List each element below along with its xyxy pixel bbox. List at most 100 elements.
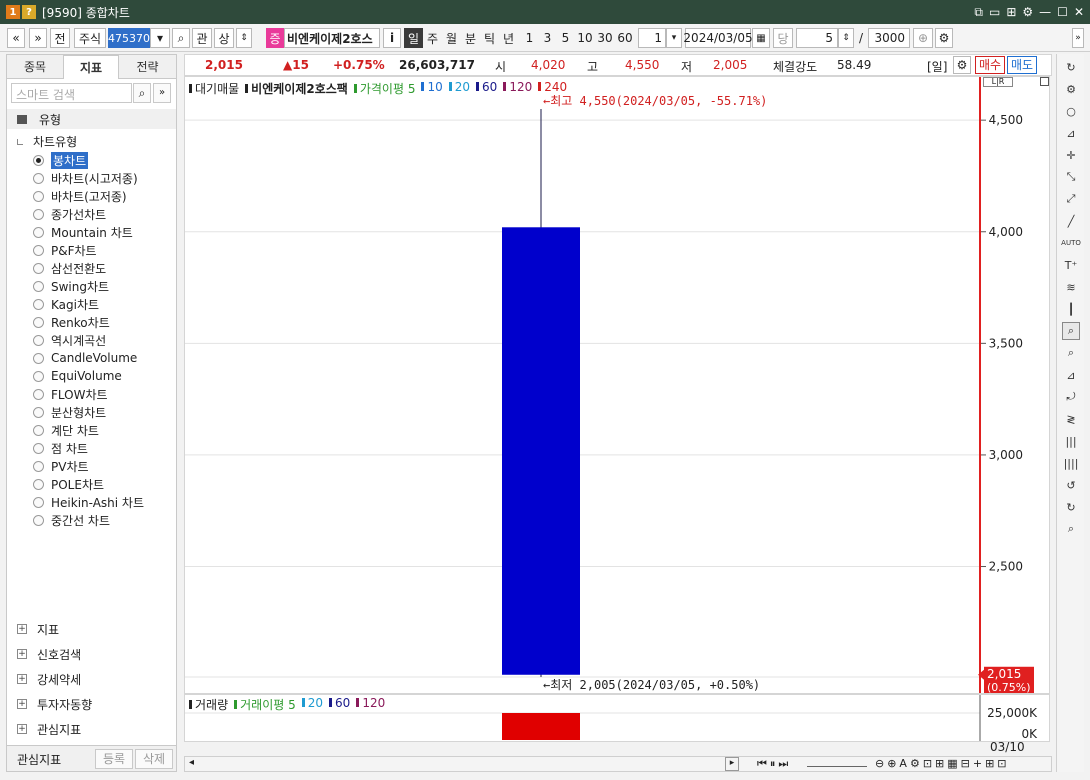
chart-type-option[interactable]: 역시계곡선 [33,331,106,349]
line-tool-icon[interactable]: ⤢ [1062,190,1080,208]
zoom-plus-icon[interactable]: ⊕ [913,28,933,48]
chart-scrollbar[interactable]: ◂ ▸ ⏮⏸⏭ ⊖⊕A⚙⊡⊞▦⊟+⊞⊡ [184,756,1052,772]
crosshair-icon[interactable]: ✛ [1062,146,1080,164]
panel-maximize-icon[interactable] [1040,77,1049,86]
radio-button[interactable] [33,208,44,220]
search-icon[interactable]: ⌕ [172,28,190,48]
chart-type-option[interactable]: Heikin-Ashi 차트 [33,493,144,511]
analysis-tool-icon[interactable]: ⊿ [1062,366,1080,384]
buy-button[interactable]: 매수 [975,56,1005,74]
radio-button[interactable] [33,442,44,454]
radio-button[interactable] [33,514,44,526]
nav-back-button[interactable]: « [7,28,25,48]
section-investor[interactable]: + 투자자동향 [17,694,92,714]
minimize-icon[interactable]: — [1039,5,1051,20]
market-type-select[interactable]: 주식 [74,28,106,48]
chart-type-option[interactable]: CandleVolume [33,349,137,367]
display-spinner-icon[interactable]: ⇕ [838,28,854,48]
window-layout-icon[interactable]: ⊞ [1006,5,1016,20]
period-month-tab[interactable]: 월 [442,28,461,48]
straight-line-icon[interactable]: ╱ [1062,212,1080,230]
radio-button[interactable] [33,262,44,274]
period-year-tab[interactable]: 년 [499,28,518,48]
section-signal-search[interactable]: + 신호검색 [17,644,81,664]
scroll-left-icon[interactable]: ◂ [189,757,194,768]
trend-line-icon[interactable]: ⤡ [1062,168,1080,186]
auto-line-icon[interactable]: AUTO [1061,234,1081,252]
chart-settings-icon[interactable]: ⚙ [953,56,971,74]
smart-search-input[interactable]: 스마트 검색 [11,83,132,103]
candlestick-chart[interactable]: 2,500 3,000 3,500 4,000 4,500 ←최고 4,550(2024/… [185,77,1049,693]
chart-type-option[interactable]: P&F차트 [33,241,97,259]
nav-down-button[interactable]: » [29,28,47,48]
search-icon[interactable]: ⌕ [133,83,151,103]
chart-type-option[interactable]: 삼선전환도 [33,259,106,277]
scroll-right-icon[interactable]: ▸ [725,757,739,771]
display-count-input[interactable]: 5 [796,28,838,48]
section-strength[interactable]: + 강세약세 [17,669,81,689]
window-capture-icon[interactable]: ▭ [989,5,1000,20]
date-input[interactable]: 2024/03/05 [683,28,753,48]
prev-button[interactable]: 전 [50,28,70,48]
chart-type-option[interactable]: Renko차트 [33,313,110,331]
radio-button[interactable] [33,388,44,400]
related-button[interactable]: 관 [192,28,212,48]
total-count-input[interactable]: 3000 [868,28,910,48]
volume-chart[interactable]: 25,000K 0K [185,695,1049,741]
section-favorite-indicator[interactable]: + 관심지표 [17,719,81,739]
chart-type-option[interactable]: 분산형차트 [33,403,106,421]
chart-type-option[interactable]: PV차트 [33,457,89,475]
price-chart-panel[interactable]: 대기매물 비엔케이제2호스팩 가격이평 5 10 20 60 120 240 2… [184,76,1050,694]
help-icon[interactable]: ? [22,5,36,19]
text-tool-icon[interactable]: T⁺ [1062,256,1080,274]
settings-icon[interactable]: ⚙ [935,28,953,48]
spinner-icon[interactable]: ⇕ [236,28,252,48]
radio-button[interactable] [33,280,44,292]
up-button[interactable]: 상 [214,28,234,48]
chart-type-option[interactable]: 바차트(고저종) [33,187,127,205]
radio-button[interactable] [33,316,44,328]
chart-type-option[interactable]: 점 차트 [33,439,88,457]
chart-type-option[interactable]: 바차트(시고저종) [33,169,138,187]
grid-lines-icon[interactable]: |||| [1062,454,1080,472]
sell-button[interactable]: 매도 [1007,56,1037,74]
scale-toggle-icon[interactable]: L|R [983,77,1013,87]
chart-type-option[interactable]: POLE차트 [33,475,104,493]
chart-type-option[interactable]: Kagi차트 [33,295,99,313]
radio-button[interactable] [33,244,44,256]
chart-type-subgroup[interactable]: 차트유형 [17,133,77,150]
chevron-down-icon[interactable]: ▾ [150,28,170,48]
radio-button[interactable] [33,226,44,238]
expand-search-icon[interactable]: » [153,83,171,103]
zoom-settings-icon[interactable]: ⌕ [1062,344,1080,362]
window-settings-icon[interactable]: ⚙ [1022,5,1033,20]
interval-3-button[interactable]: 3 [539,28,556,48]
gear-icon[interactable]: ⚙ [1062,80,1080,98]
section-indicator[interactable]: + 지표 [17,619,59,639]
radio-button[interactable] [33,370,44,382]
interval-1-button[interactable]: 1 [521,28,538,48]
interval-60-button[interactable]: 60 [615,28,635,48]
pattern-tool-icon[interactable]: ⤾ [1062,388,1080,406]
chart-type-option[interactable]: EquiVolume [33,367,122,385]
chart-type-option[interactable]: Swing차트 [33,277,109,295]
calendar-icon[interactable]: ▦ [752,28,770,48]
stock-code-input[interactable]: 475370 [108,28,150,48]
search-icon[interactable]: ⌕ [1062,520,1080,538]
period-day-tab[interactable]: 일 [404,28,423,48]
zoom-tool-icon[interactable]: ⌕ [1062,322,1080,340]
playback-controls[interactable]: ⏮⏸⏭ [757,757,791,771]
tab-strategy[interactable]: 전략 [119,55,176,79]
tab-stock[interactable]: 종목 [7,55,63,79]
redo-icon[interactable]: ↻ [1062,498,1080,516]
info-button[interactable]: i [383,28,401,48]
radio-button[interactable] [33,496,44,508]
volume-panel[interactable]: 거래량 거래이평 5 20 60 120 25,000K 0K [184,694,1050,742]
chart-analysis-icon[interactable]: ⊿ [1062,124,1080,142]
chart-type-option[interactable]: 종가선차트 [33,205,106,223]
wave-tool-icon[interactable]: ≷ [1062,410,1080,428]
type-group-header[interactable]: 유형 [7,109,176,129]
count-input[interactable]: 1 [638,28,666,48]
window-link-icon[interactable]: ⧉ [974,5,983,20]
interval-30-button[interactable]: 30 [595,28,615,48]
